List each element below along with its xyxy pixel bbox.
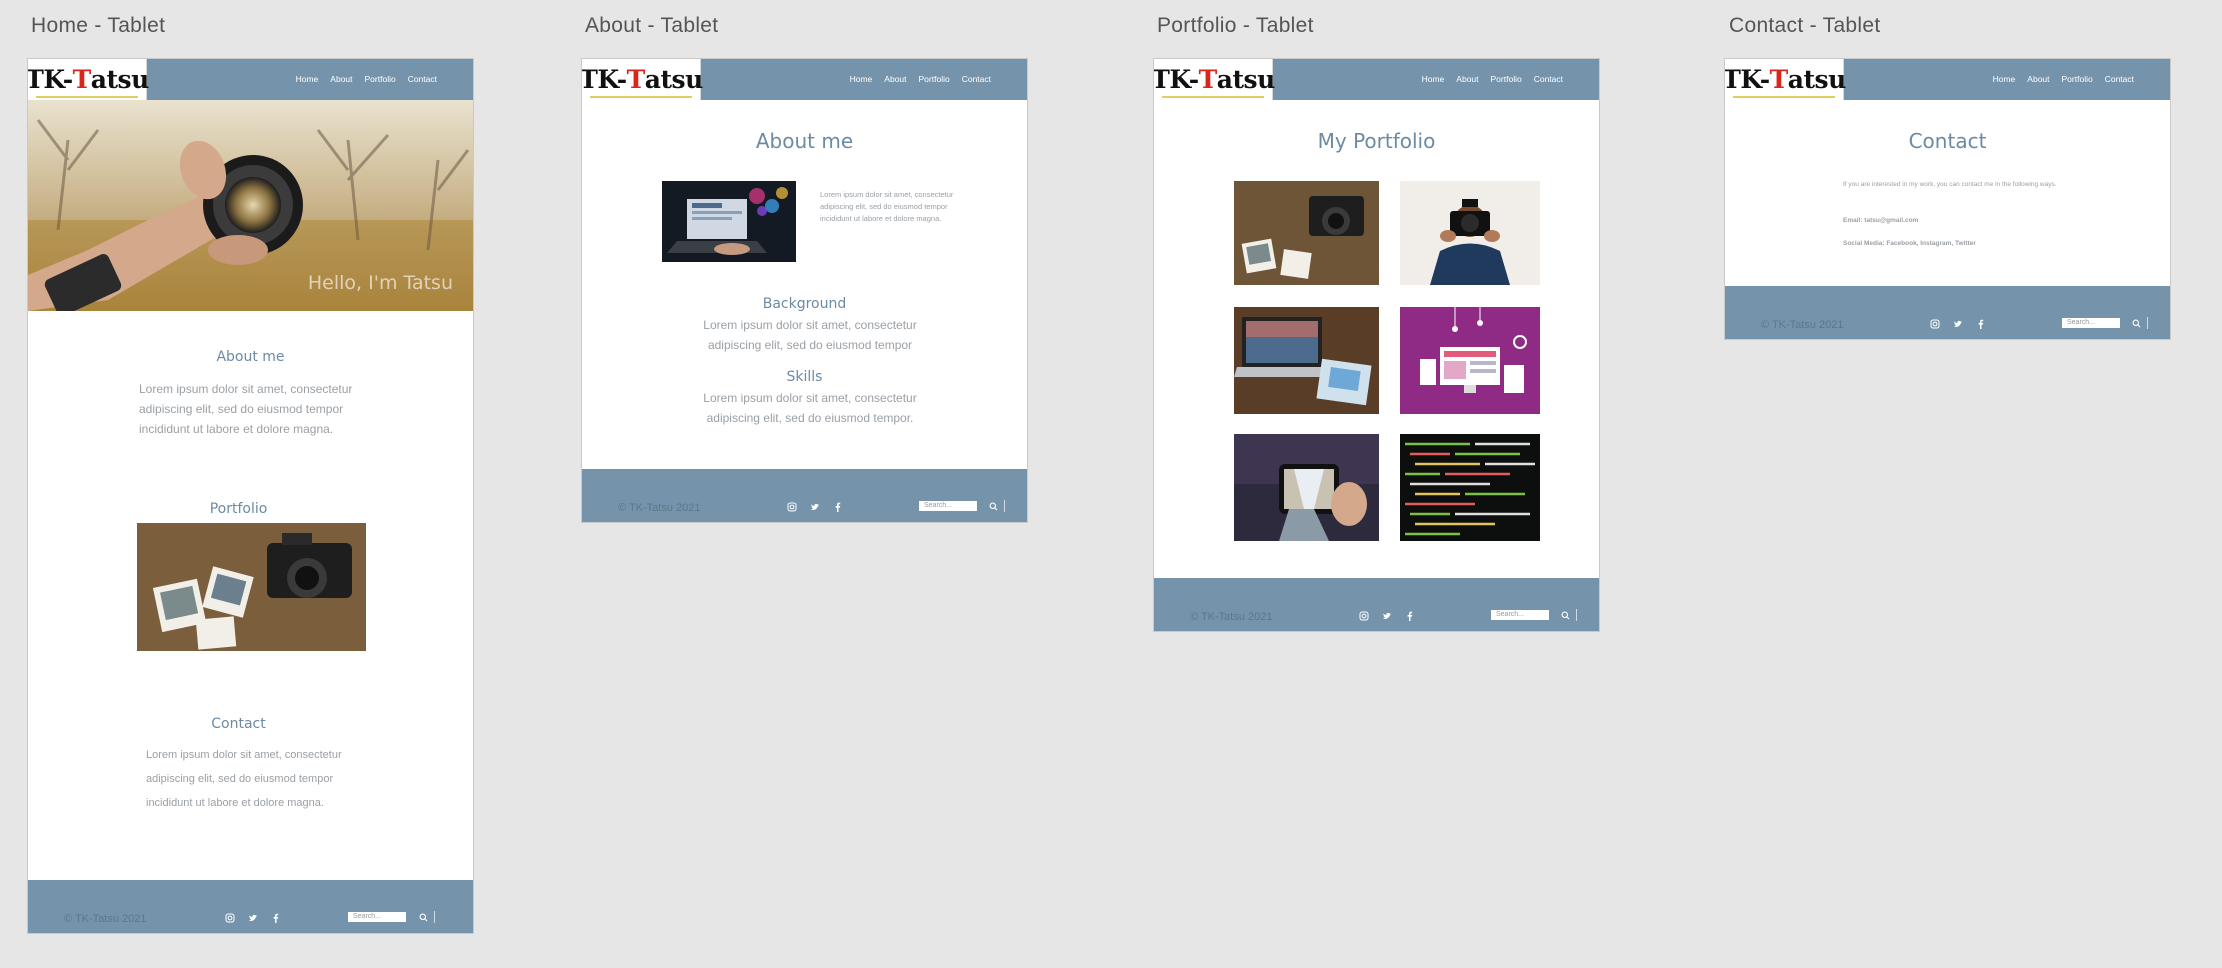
nav-about[interactable]: About [1456,74,1478,84]
about-heading: About me [755,129,854,153]
search-input[interactable]: Search... [1491,610,1549,620]
search-button[interactable] [1554,609,1577,621]
header-bar: TK- Tatsu Home About Portfolio Contact [1154,59,1599,100]
portfolio-heading: My Portfolio [1317,129,1436,153]
facebook-icon[interactable] [1405,611,1415,621]
facebook-icon[interactable] [1976,319,1986,329]
main-nav: Home About Portfolio Contact [296,74,437,84]
home-portfolio-heading: Portfolio [209,501,268,517]
instagram-icon[interactable] [1359,611,1369,621]
portfolio-item-devices-illustration[interactable] [1400,307,1540,414]
site-footer: © TK-Tatsu 2021 Search... [582,469,1027,522]
nav-home[interactable]: Home [1993,74,2016,84]
home-contact-text: Lorem ipsum dolor sit amet, consectetur … [146,749,342,809]
copyright-text: © TK-Tatsu 2021 [1190,611,1273,623]
portfolio-item-videographer[interactable] [1400,181,1540,285]
search-icon [419,913,427,921]
artboard-title-about: About - Tablet [585,14,719,37]
home-about-heading: About me [216,349,285,365]
search-input[interactable]: Search... [2062,318,2120,328]
nav-portfolio[interactable]: Portfolio [2062,74,2093,84]
social-links [1930,319,1986,329]
portfolio-tablet-frame: TK- Tatsu Home About Portfolio Contact My… [1153,58,1600,632]
twitter-icon[interactable] [1382,611,1392,621]
search-icon [2132,319,2140,327]
nav-contact[interactable]: Contact [408,74,437,84]
main-nav: Home About Portfolio Contact [1993,74,2134,84]
search-icon [989,502,997,510]
social-links [225,913,281,923]
social-links [1359,611,1415,621]
nav-home[interactable]: Home [1422,74,1445,84]
nav-contact[interactable]: Contact [2105,74,2134,84]
site-logo[interactable]: TK- Tatsu [28,59,149,100]
search-button[interactable] [2125,317,2148,329]
social-links [787,502,843,512]
home-portfolio-image[interactable] [137,523,366,651]
hero-headline: Hello, I'm Tatsu [307,272,453,294]
copyright-text: © TK-Tatsu 2021 [64,913,147,925]
facebook-icon[interactable] [271,913,281,923]
site-footer: © TK-Tatsu 2021 Search... [1154,578,1599,631]
site-footer: © TK-Tatsu 2021 Search... [28,880,473,933]
background-heading: Background [762,296,847,312]
search-button[interactable] [982,500,1005,512]
portfolio-item-camera-photos[interactable] [1234,181,1379,285]
copyright-text: © TK-Tatsu 2021 [1761,319,1844,331]
contact-heading: Contact [1908,129,1987,153]
site-footer: © TK-Tatsu 2021 Search... [1725,286,2170,339]
contact-social: Social Media: Facebook, Instagram, Twitt… [1843,240,1976,247]
nav-about[interactable]: About [884,74,906,84]
header-bar: TK- Tatsu Home About Portfolio Contact [1725,59,2170,100]
nav-home[interactable]: Home [296,74,319,84]
skills-text: Lorem ipsum dolor sit amet, consectetur … [703,391,917,425]
nav-portfolio[interactable]: Portfolio [919,74,950,84]
nav-contact[interactable]: Contact [962,74,991,84]
home-tablet-frame: TK- Tatsu Home About Portfolio Contact H… [27,58,474,934]
site-logo[interactable]: TK- Tatsu [1154,59,1275,100]
skills-heading: Skills [786,369,823,385]
search-input[interactable]: Search... [919,501,977,511]
nav-about[interactable]: About [330,74,352,84]
search-icon [1561,611,1569,619]
nav-portfolio[interactable]: Portfolio [1491,74,1522,84]
contact-tablet-frame: TK- Tatsu Home About Portfolio Contact Co… [1724,58,2171,340]
facebook-icon[interactable] [833,502,843,512]
hero-image: Hello, I'm Tatsu [28,100,473,311]
twitter-icon[interactable] [1953,319,1963,329]
site-logo[interactable]: TK- Tatsu [1725,59,1846,100]
twitter-icon[interactable] [248,913,258,923]
contact-email[interactable]: Email: tatsu@gmail.com [1843,216,2143,226]
nav-contact[interactable]: Contact [1534,74,1563,84]
home-about-text: Lorem ipsum dolor sit amet, consectetur … [139,382,353,436]
search-button[interactable] [412,911,435,923]
about-tablet-frame: TK- Tatsu Home About Portfolio Contact Ab… [581,58,1028,523]
header-bar: TK- Tatsu Home About Portfolio Contact [28,59,473,100]
artboard-title-home: Home - Tablet [31,14,166,37]
copyright-text: © TK-Tatsu 2021 [618,502,701,514]
about-intro-text: Lorem ipsum dolor sit amet, consectetur … [820,190,954,223]
home-contact-heading: Contact [211,716,266,732]
main-nav: Home About Portfolio Contact [850,74,991,84]
portfolio-item-code-screen[interactable] [1400,434,1540,541]
instagram-icon[interactable] [787,502,797,512]
nav-home[interactable]: Home [850,74,873,84]
contact-intro-text: If you are interested in my work, you ca… [1843,181,2057,188]
search-input[interactable]: Search... [348,912,406,922]
twitter-icon[interactable] [810,502,820,512]
main-nav: Home About Portfolio Contact [1422,74,1563,84]
portfolio-item-phone-waterfall[interactable] [1234,434,1379,541]
about-laptop-image [662,181,796,262]
instagram-icon[interactable] [1930,319,1940,329]
artboard-title-contact: Contact - Tablet [1729,14,1881,37]
artboard-title-portfolio: Portfolio - Tablet [1157,14,1314,37]
instagram-icon[interactable] [225,913,235,923]
nav-about[interactable]: About [2027,74,2049,84]
portfolio-item-laptop-desk[interactable] [1234,307,1379,414]
header-bar: TK- Tatsu Home About Portfolio Contact [582,59,1027,100]
site-logo[interactable]: TK- Tatsu [582,59,703,100]
background-text: Lorem ipsum dolor sit amet, consectetur … [703,318,917,352]
nav-portfolio[interactable]: Portfolio [365,74,396,84]
